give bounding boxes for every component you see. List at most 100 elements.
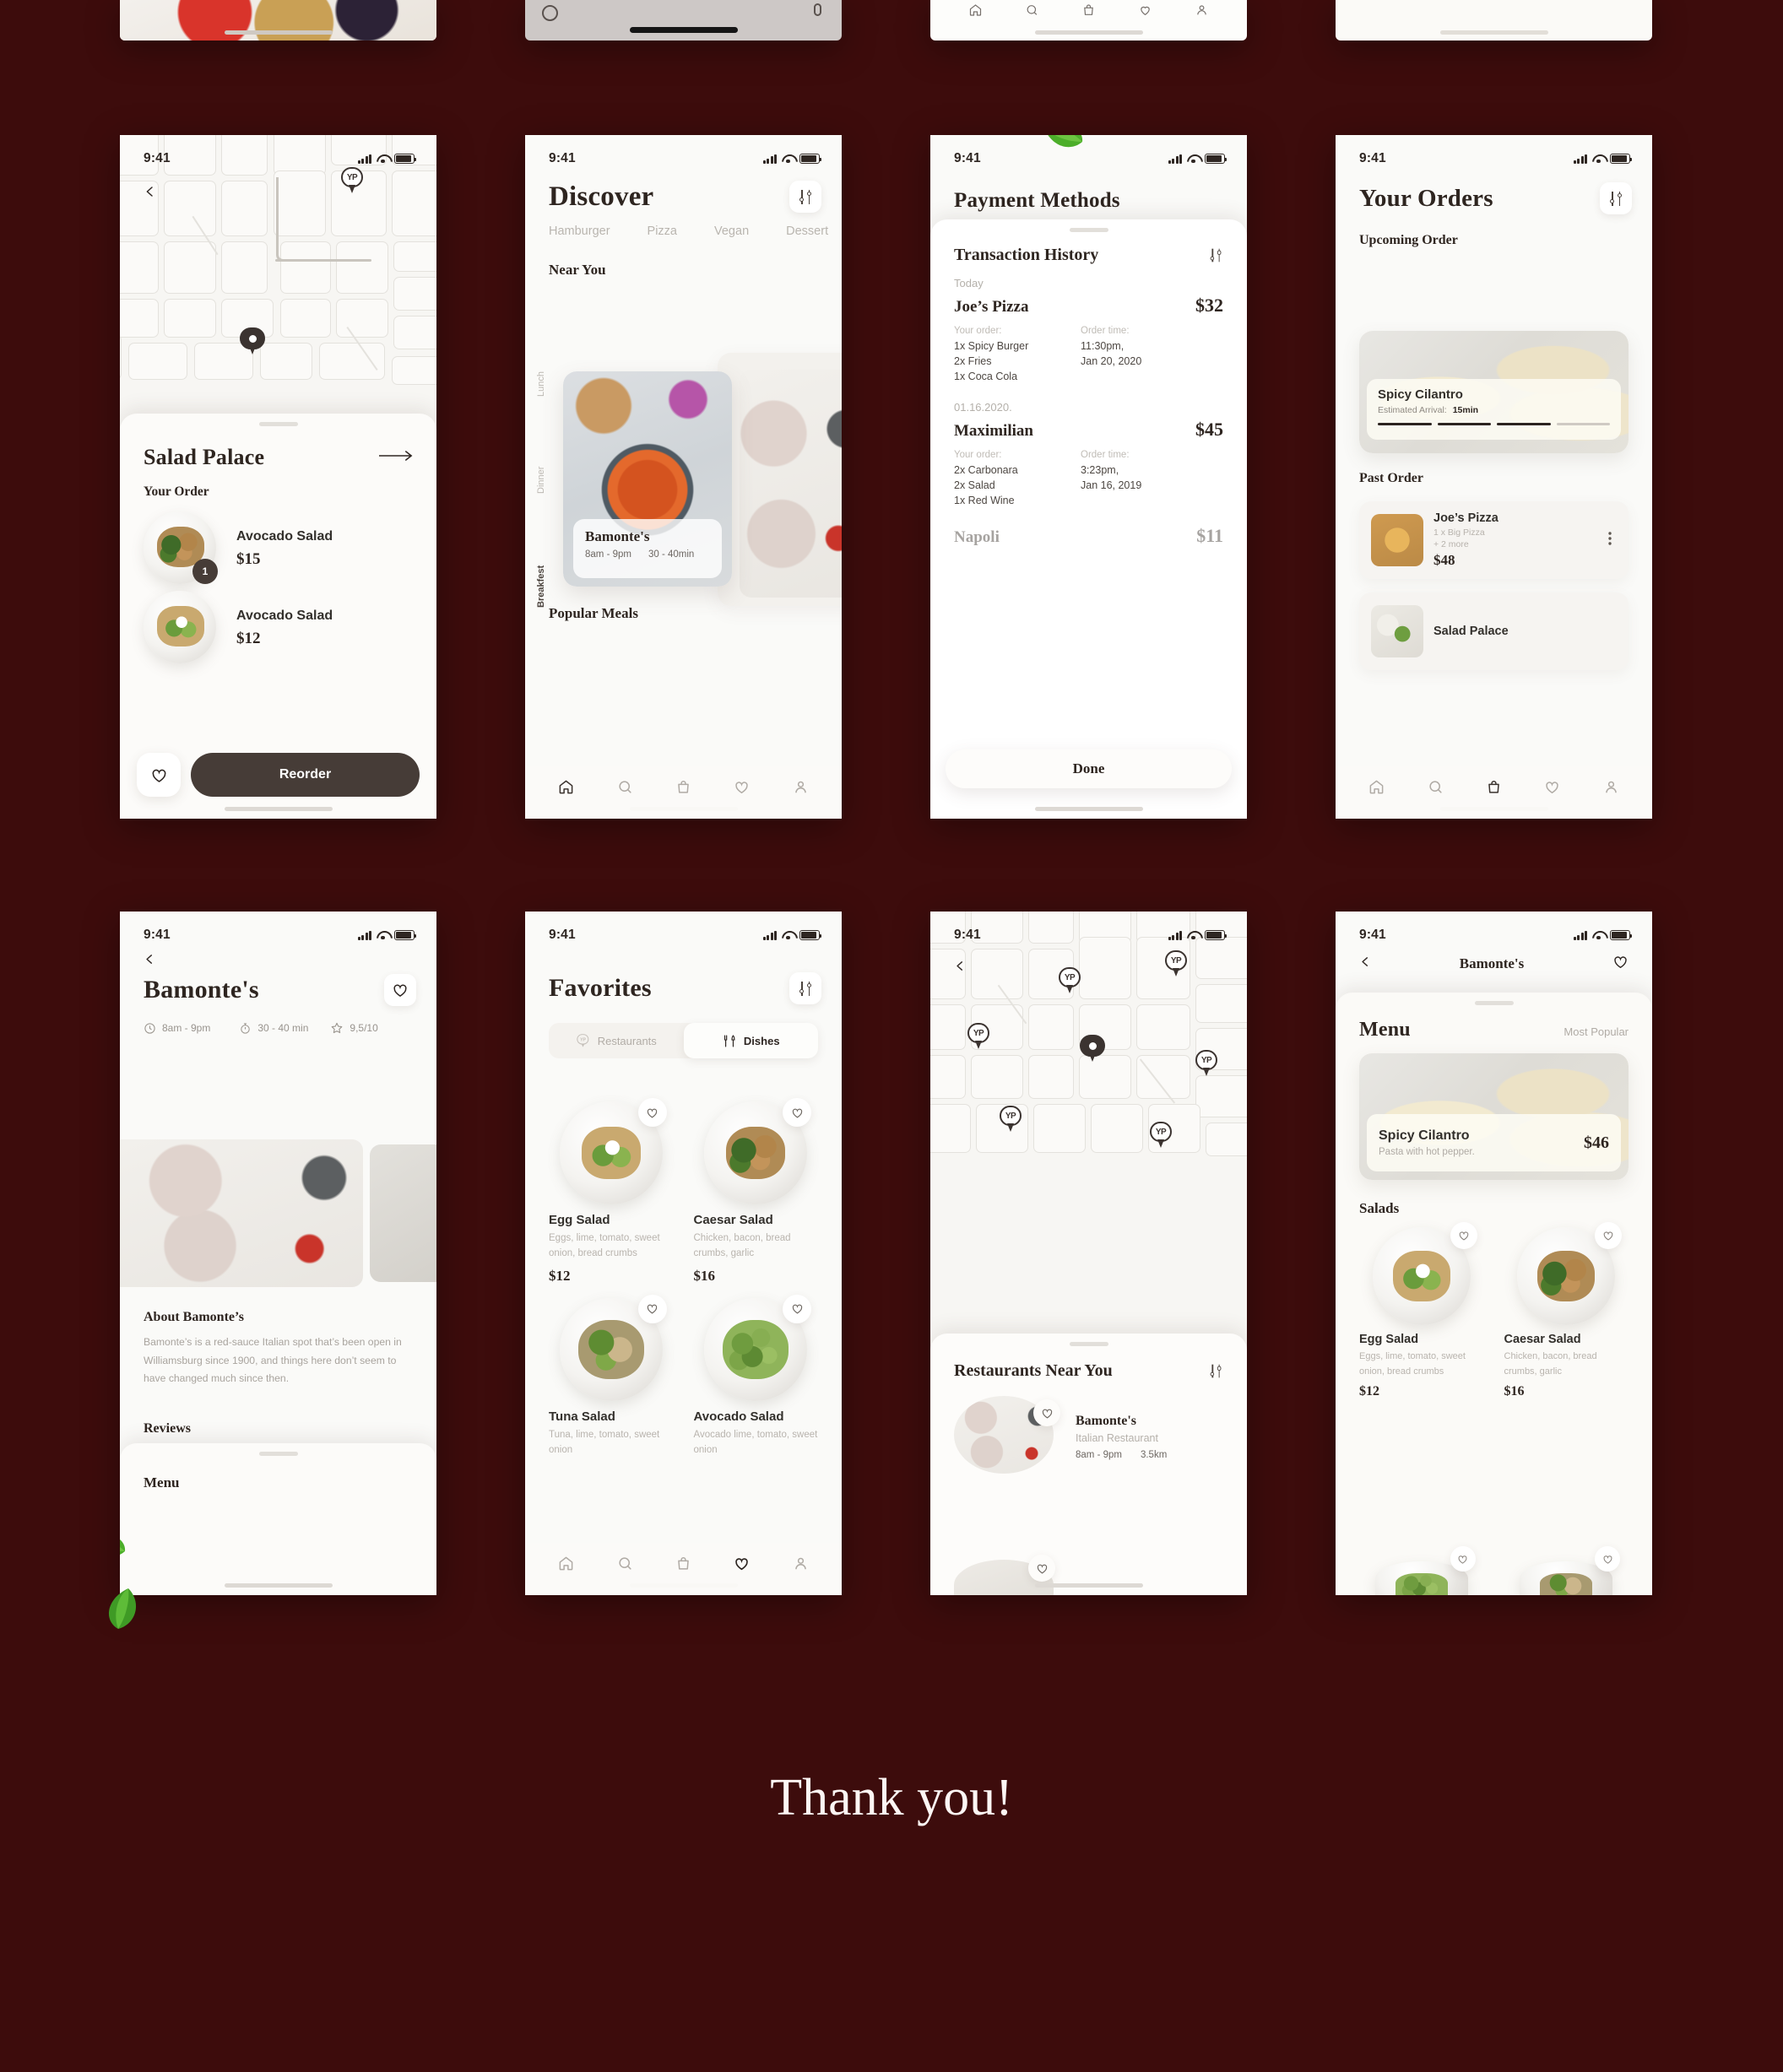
dish-favorite-button[interactable] bbox=[637, 1294, 667, 1323]
category-tabs[interactable]: Hamburger Pizza Vegan Dessert bbox=[525, 213, 842, 238]
tab-profile[interactable] bbox=[1603, 779, 1619, 795]
tab-favorites[interactable] bbox=[734, 779, 750, 795]
dish-card[interactable]: Tuna Salad Tuna, lime, tomato, sweet oni… bbox=[549, 1294, 674, 1458]
back-button[interactable] bbox=[954, 959, 966, 977]
order-item-row[interactable]: 1 Avocado Salad $15 bbox=[144, 511, 413, 584]
reorder-button[interactable]: Reorder bbox=[191, 753, 420, 797]
tab-profile[interactable] bbox=[793, 779, 809, 795]
back-button[interactable] bbox=[144, 184, 156, 203]
filters-icon[interactable] bbox=[1209, 1364, 1223, 1378]
map-pin-yp[interactable]: YP bbox=[1165, 950, 1187, 977]
bag-icon bbox=[1084, 4, 1093, 15]
category-tab[interactable]: Hamburger bbox=[549, 225, 610, 238]
reviews-title: Reviews bbox=[144, 1421, 191, 1436]
dish-desc: Tuna, lime, tomato, sweet onion bbox=[549, 1429, 660, 1456]
page-title: Discover bbox=[549, 181, 654, 212]
tab-favorites[interactable] bbox=[734, 1555, 750, 1572]
filter-button[interactable] bbox=[1600, 182, 1632, 214]
card-restaurant-name: Bamonte's bbox=[585, 528, 650, 544]
tab-bag[interactable] bbox=[675, 1555, 691, 1572]
toggle-tab-restaurants[interactable]: YP Restaurants bbox=[549, 1023, 684, 1058]
dish-favorite-button[interactable] bbox=[1450, 1546, 1476, 1572]
order-item-row[interactable]: Avocado Salad $12 bbox=[144, 591, 413, 663]
restaurant-hero-photo-peek[interactable] bbox=[370, 1144, 436, 1282]
dish-favorite-button[interactable] bbox=[1450, 1222, 1477, 1249]
meal-filter-lunch[interactable]: Lunch bbox=[536, 371, 546, 397]
dish-card[interactable]: Egg Salad Eggs, lime, tomato, sweet onio… bbox=[1359, 1222, 1484, 1399]
past-order-row[interactable]: Joe’s Pizza 1 x Big Pizza + 2 more $48 bbox=[1359, 501, 1629, 579]
favorite-button[interactable] bbox=[1028, 1555, 1055, 1582]
tab-search[interactable] bbox=[617, 779, 633, 795]
done-button[interactable]: Done bbox=[946, 749, 1232, 788]
tab-bag[interactable] bbox=[675, 779, 691, 795]
filter-button[interactable] bbox=[789, 972, 821, 1004]
menu-sort[interactable]: Most Popular bbox=[1564, 1025, 1629, 1038]
meal-filter-dinner[interactable]: Dinner bbox=[536, 467, 546, 494]
favorite-button[interactable] bbox=[1612, 954, 1629, 974]
map-pin-yp[interactable]: YP bbox=[1059, 967, 1081, 994]
tab-profile[interactable] bbox=[793, 1555, 809, 1572]
map-pin-yp[interactable]: YP bbox=[1000, 1106, 1022, 1133]
wifi-icon bbox=[377, 154, 389, 164]
dish-favorite-button[interactable] bbox=[783, 1098, 811, 1127]
transaction-total: $11 bbox=[1196, 525, 1223, 546]
dish-favorite-button[interactable] bbox=[1595, 1546, 1620, 1572]
map-pin-yp[interactable]: YP bbox=[1150, 1122, 1172, 1149]
upcoming-order-card[interactable]: Spicy Cilantro Estimated Arrival: 15min bbox=[1359, 331, 1629, 453]
battery-icon bbox=[1205, 154, 1228, 164]
past-order-row[interactable]: Salad Palace bbox=[1359, 592, 1629, 670]
nearby-restaurant-row[interactable]: Bamonte's Italian Restaurant 8am - 9pm 3… bbox=[930, 1381, 1247, 1477]
back-button[interactable] bbox=[144, 952, 436, 971]
featured-dish-card[interactable]: Spicy Cilantro Pasta with hot pepper. $4… bbox=[1359, 1053, 1629, 1180]
restaurant-hero-photo[interactable] bbox=[120, 1139, 363, 1287]
order-menu-button[interactable] bbox=[1603, 527, 1617, 555]
meal-filter-breakfast[interactable]: Breakfest bbox=[536, 565, 546, 608]
tab-search[interactable] bbox=[1428, 779, 1444, 795]
favorite-button[interactable] bbox=[384, 974, 416, 1006]
restaurant-distance: 3.5km bbox=[1140, 1449, 1168, 1460]
filter-button[interactable] bbox=[789, 181, 821, 213]
tab-search[interactable] bbox=[617, 1555, 633, 1572]
dish-card[interactable]: Avocado Salad Avocado lime, tomato, swee… bbox=[694, 1294, 819, 1458]
go-to-restaurant-button[interactable] bbox=[378, 450, 413, 466]
favorite-button[interactable] bbox=[1033, 1399, 1060, 1426]
nearby-restaurant-row-partial[interactable] bbox=[954, 1555, 1055, 1595]
filters-icon[interactable] bbox=[1209, 248, 1223, 262]
dish-price: $46 bbox=[1584, 1133, 1609, 1152]
near-you-card[interactable]: Bamonte's 8am - 9pm 30 - 40min bbox=[563, 371, 732, 587]
tab-home[interactable] bbox=[1368, 779, 1385, 795]
dish-card[interactable]: Caesar Salad Chicken, bacon, bread crumb… bbox=[694, 1098, 819, 1285]
map-pin-yp[interactable]: YP bbox=[341, 167, 363, 194]
back-button[interactable] bbox=[1359, 955, 1371, 973]
map-pin-yp[interactable]: YP bbox=[967, 1023, 989, 1050]
menu-sheet[interactable]: Menu bbox=[120, 1443, 436, 1595]
tab-bag[interactable] bbox=[1486, 779, 1502, 795]
favorite-button[interactable] bbox=[137, 753, 181, 797]
category-tab[interactable]: Dessert bbox=[786, 225, 828, 238]
map-pin-current-location[interactable] bbox=[240, 327, 265, 356]
home-icon bbox=[559, 780, 573, 793]
dish-favorite-button[interactable] bbox=[637, 1098, 667, 1127]
map-pin-current-location[interactable] bbox=[1080, 1035, 1105, 1063]
dish-card[interactable]: Caesar Salad Chicken, bacon, bread crumb… bbox=[1504, 1222, 1629, 1399]
transaction-group: 01.16.2020. Maximilian $45 Your order: 2… bbox=[930, 382, 1247, 506]
sheet-grabber[interactable] bbox=[258, 1452, 298, 1456]
toggle-tab-dishes[interactable]: Dishes bbox=[683, 1023, 818, 1058]
category-tab[interactable]: Vegan bbox=[714, 225, 749, 238]
dish-name: Egg Salad bbox=[1359, 1333, 1419, 1346]
heart-icon bbox=[1037, 1564, 1047, 1574]
near-you-card-peek[interactable] bbox=[740, 370, 842, 598]
order-date: Jan 16, 2019 bbox=[1081, 479, 1142, 491]
tab-home[interactable] bbox=[558, 779, 574, 795]
map-pin-yp[interactable]: YP bbox=[1195, 1050, 1217, 1077]
category-tab[interactable]: Pizza bbox=[648, 225, 677, 238]
search-icon bbox=[1428, 780, 1442, 793]
tab-favorites[interactable] bbox=[1544, 779, 1560, 795]
tab-home[interactable] bbox=[558, 1555, 574, 1572]
battery-icon bbox=[1610, 930, 1633, 940]
dish-card[interactable]: Egg Salad Eggs, lime, tomato, sweet onio… bbox=[549, 1098, 674, 1285]
restaurant-name: Salad Palace bbox=[144, 445, 265, 469]
order-label: Your order: bbox=[954, 450, 1002, 460]
dish-favorite-button[interactable] bbox=[783, 1294, 811, 1323]
dish-favorite-button[interactable] bbox=[1595, 1222, 1622, 1249]
